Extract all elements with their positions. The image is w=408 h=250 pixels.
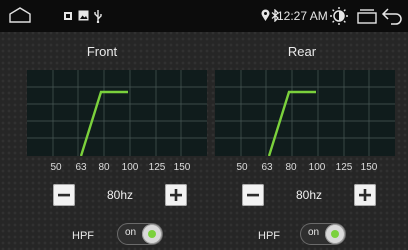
rear-crossover-graph [215, 70, 395, 156]
rear-increase-button[interactable] [354, 184, 376, 206]
image-icon [78, 10, 89, 21]
toggle-knob [325, 224, 345, 244]
rear-frequency-stepper: 80hz [242, 184, 376, 208]
rear-decrease-button[interactable] [242, 184, 264, 206]
tick-label: 100 [308, 162, 326, 173]
front-title: Front [86, 44, 118, 59]
front-hpf-toggle[interactable]: on [117, 223, 163, 245]
tick-label: 50 [50, 162, 62, 173]
plus-icon [170, 189, 182, 201]
tick-label: 150 [360, 162, 378, 173]
front-increase-button[interactable] [165, 184, 187, 206]
front-toggle-text: on [125, 227, 137, 238]
rear-toggle-text: on [308, 227, 320, 238]
rear-graph-svg [215, 70, 395, 156]
toggle-knob [142, 224, 162, 244]
tick-label: 63 [75, 162, 87, 173]
rear-hpf-toggle[interactable]: on [300, 223, 346, 245]
recent-apps-icon[interactable] [356, 8, 378, 24]
back-icon[interactable] [381, 7, 403, 25]
front-panel: Front 50 63 80 100 125 150 80hz HPF on [0, 32, 207, 250]
home-icon[interactable] [8, 6, 32, 24]
rear-freq-axis: 50 63 80 100 125 150 [187, 162, 391, 176]
tick-label: 50 [236, 162, 248, 173]
front-freq-axis: 50 63 80 100 125 150 [0, 162, 204, 176]
brightness-icon[interactable] [329, 6, 349, 26]
tick-label: 80 [98, 162, 110, 173]
front-frequency-value: 80hz [106, 188, 134, 202]
tick-label: 80 [285, 162, 297, 173]
tick-label: 125 [335, 162, 353, 173]
front-decrease-button[interactable] [53, 184, 75, 206]
rear-frequency-value: 80hz [295, 188, 323, 202]
plus-icon [359, 189, 371, 201]
front-frequency-stepper: 80hz [53, 184, 187, 208]
notification-icon [64, 12, 72, 20]
rear-title: Rear [287, 44, 317, 59]
usb-icon [94, 10, 102, 23]
tick-label: 63 [261, 162, 273, 173]
minus-icon [247, 193, 259, 197]
front-graph-svg [27, 70, 207, 156]
tick-label: 125 [148, 162, 166, 173]
rear-panel: Rear 50 63 80 100 125 150 80hz HPF on [187, 32, 395, 250]
rear-hpf-label: HPF [258, 230, 280, 242]
minus-icon [58, 193, 70, 197]
status-bar: 12:27 AM [0, 0, 408, 32]
front-crossover-graph [27, 70, 207, 156]
tick-label: 100 [121, 162, 139, 173]
front-hpf-label: HPF [72, 230, 94, 242]
clock: 12:27 AM [277, 9, 328, 23]
location-icon [261, 9, 270, 21]
